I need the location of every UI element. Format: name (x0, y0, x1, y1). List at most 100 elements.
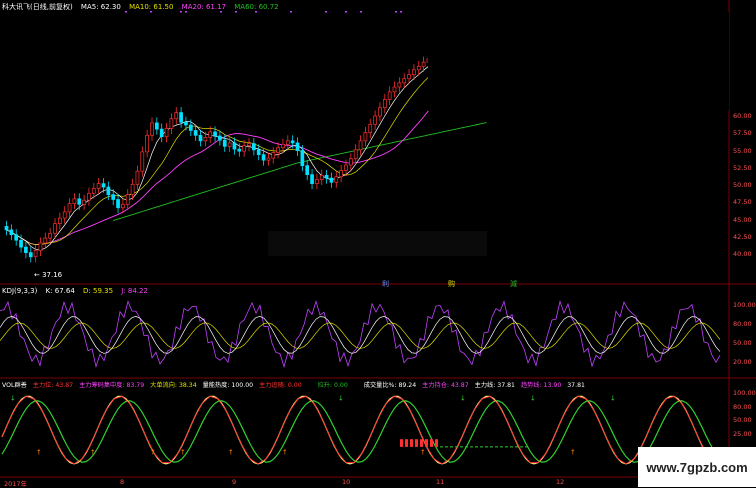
vol-red-line (1, 395, 715, 465)
kdj-d-value: D: 59.35 (83, 287, 114, 295)
signal-dot (220, 11, 222, 13)
candle-body (247, 143, 251, 147)
kdj-axis-tick: 20.00 (733, 358, 752, 366)
signal-dot (125, 11, 127, 13)
vol-signal-mark: ↑ (180, 449, 186, 457)
candle-body (140, 151, 145, 172)
date-axis-tick: 10 (342, 478, 351, 486)
candle-body (232, 142, 237, 150)
candle-body (252, 143, 256, 151)
candle-body (24, 246, 28, 253)
vol-field-5: 主力追随: 0.00 (259, 382, 302, 389)
candle-body (96, 183, 101, 189)
candle-body (300, 150, 305, 167)
signal-dot (345, 11, 347, 13)
vol-signal-mark: ↑ (420, 449, 426, 457)
candle-body (174, 112, 179, 120)
overlay-mask-top-right (428, 12, 729, 111)
candle-body (242, 145, 246, 152)
candle-body (53, 223, 57, 234)
kdj-d-line (0, 322, 721, 349)
candle-body (329, 177, 334, 183)
candle-body (261, 154, 266, 161)
candle-body (213, 131, 217, 137)
vol-signal-mark: ↑ (570, 449, 576, 457)
candle-body (271, 152, 276, 159)
vol-signal-mark: ↓ (460, 395, 466, 403)
candle-body (378, 107, 382, 117)
candle-body (184, 121, 188, 126)
candle-body (295, 142, 300, 151)
candle-body (159, 128, 164, 138)
price-axis-tick: 60.00 (733, 112, 752, 120)
vol-bar (415, 439, 418, 447)
candle-body (130, 183, 135, 196)
candle-body (421, 61, 426, 67)
signal-dot (150, 11, 152, 13)
candle-body (349, 158, 353, 166)
candle-body (67, 203, 72, 213)
candle-body (38, 242, 43, 251)
event-mark-2[interactable]: 购 (448, 279, 455, 289)
price-axis-tick: 47.50 (733, 198, 752, 207)
candle-body (28, 252, 33, 258)
vol-axis-tick: 50.00 (733, 416, 752, 425)
kdj-k-value: K: 67.64 (45, 287, 75, 295)
vol-field-4: 量能热度: 100.00 (202, 382, 254, 389)
signal-dots-row (125, 11, 402, 13)
vol-field-10: 趋势线: 13.90 (520, 382, 562, 389)
vol-axis-tick: 80.00 (733, 402, 752, 411)
vol-trend-line (1, 400, 719, 463)
vol-field-11: 37.81 (567, 382, 585, 389)
candle-body (116, 199, 120, 209)
candle-body (412, 69, 416, 75)
candle-body (179, 112, 183, 123)
event-mark-1[interactable]: 利 (382, 279, 389, 289)
vol-signal-mark: ↓ (10, 395, 16, 403)
candle-body (82, 199, 86, 205)
vol-name: VOL群善 (2, 382, 27, 389)
signal-dot (180, 11, 182, 13)
ma60-line (113, 122, 487, 222)
candle-body (91, 188, 96, 194)
candle-body (368, 123, 373, 133)
vol-signal-mark: ↑ (282, 449, 288, 457)
candle-body (218, 135, 222, 141)
date-axis-tick: 11 (436, 478, 445, 486)
candle-body (198, 134, 203, 142)
vol-bar (405, 439, 408, 447)
candle-body (344, 164, 348, 171)
candle-body (392, 86, 397, 93)
vol-bar (410, 439, 413, 447)
candle-body (227, 142, 232, 147)
kdj-axis-tick: 100.00 (733, 301, 756, 309)
low-price-value: 37.16 (42, 271, 63, 279)
candle-body (319, 174, 324, 180)
kdj-axis-tick: 50.00 (733, 339, 752, 347)
vol-field-9: 主力线: 37.81 (474, 382, 515, 389)
vol-signal-mark: ↑ (90, 449, 96, 457)
candle-body (4, 226, 9, 231)
candle-body (125, 194, 130, 205)
vol-bar (430, 439, 433, 447)
signal-dot (325, 11, 327, 13)
candle-body (48, 232, 53, 239)
vol-field-8: 主力持仓: 43.87 (422, 382, 469, 389)
vol-header: VOL群善 主力位: 43.87 主力筹码集中度: 83.79 大单流向: 38… (2, 381, 591, 390)
candle-body (358, 140, 363, 151)
candle-body (43, 237, 48, 244)
candle-body (169, 118, 174, 129)
candle-body (222, 139, 227, 147)
ma10-line (6, 46, 487, 245)
vol-field-6: 拉升: 0.00 (317, 382, 348, 389)
candle-body (334, 176, 339, 183)
signal-dot (400, 11, 402, 13)
event-mark-3[interactable]: 減 (510, 279, 517, 289)
candle-body (193, 130, 198, 136)
date-axis-tick: 9 (232, 478, 237, 486)
candle-body (101, 183, 106, 188)
vol-signal-mark: ↓ (610, 395, 616, 403)
candle-body (373, 115, 377, 125)
candle-body (305, 165, 310, 175)
price-axis-tick: 55.00 (733, 146, 752, 155)
